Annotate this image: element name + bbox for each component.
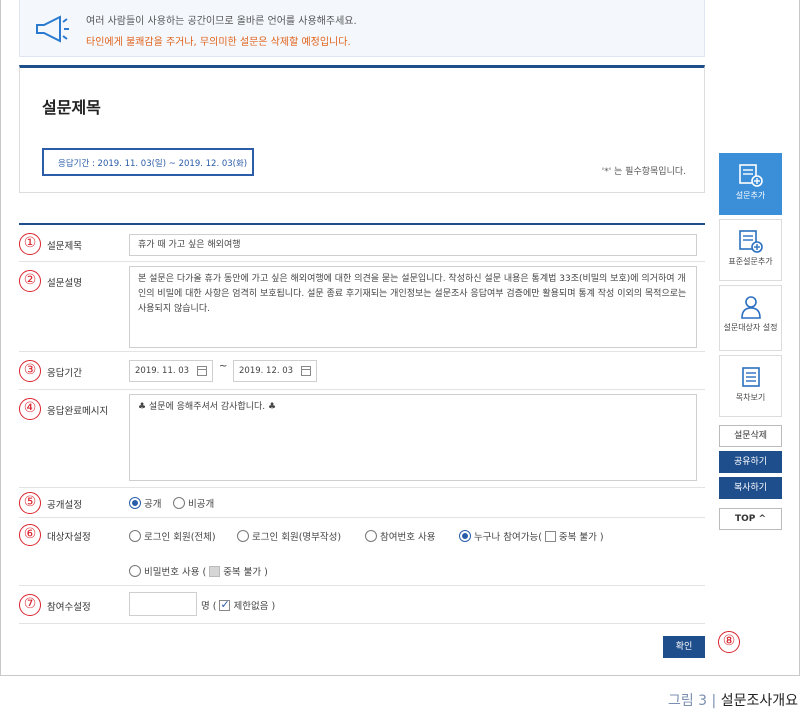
radio-label: 참여번호 사용 [380,532,436,543]
unlimited-option[interactable]: 명 ( 제한없음 ) [201,598,276,613]
calendar-icon[interactable] [301,366,311,376]
figure-title: 설문조사개요 [720,693,798,709]
step-number: ⑤ [19,492,41,514]
radio-label: 누구나 참여가능( [474,532,542,543]
form-row-period: ③ 응답기간 2019. 11. 03 ~ 2019. 12. 03 [19,352,705,390]
button-label: 목차보기 [735,393,766,402]
megaphone-icon [36,15,69,43]
checkbox-label: 중복 불가 ) [223,567,268,578]
unit-label: 명 ( [201,601,217,612]
button-label: 표준설문추가 [728,257,773,266]
form-row-participants: ⑦ 참여수설정 명 ( 제한없음 ) [19,586,705,624]
radio-indicator [129,530,141,542]
button-label: 설문추가 [735,191,766,200]
no-duplicate-checkbox-disabled [209,565,221,577]
field-label: 응답기간 [47,368,82,379]
notice-line-2: 타인에게 불쾌감을 주거나, 무의미한 설문은 삭제할 예정입니다. [86,37,351,48]
response-period-badge: 응답기간 : 2019. 11. 03(일) ~ 2019. 12. 03(화) [42,148,254,176]
start-date-value: 2019. 11. 03 [135,366,190,376]
visibility-private-radio[interactable]: 비공개 [173,496,214,510]
radio-label: 비공개 [188,499,215,510]
required-note: '*' 는 필수항목입니다. [601,167,686,177]
notice-banner: 여러 사람들이 사용하는 공간이므로 올바른 언어를 사용해주세요. 타인에게 … [19,0,705,57]
step-number: ② [19,270,41,292]
radio-indicator [365,530,377,542]
add-survey-button[interactable]: 설문추가 [719,153,782,215]
survey-target-settings-button[interactable]: 설문대상자 설정 [719,285,782,351]
delete-survey-button[interactable]: 설문삭제 [719,425,782,447]
survey-description-textarea[interactable]: 본 설문은 다가올 휴가 동안에 가고 싶은 해외여행에 대한 의견을 묻는 설… [129,266,697,348]
radio-selected-indicator [459,530,471,542]
user-icon [740,296,761,319]
radio-indicator [129,565,141,577]
participant-limit-input[interactable] [129,592,197,616]
add-standard-survey-button[interactable]: 표준설문추가 [719,219,782,281]
complete-message-textarea[interactable]: ♣ 설문에 응해주셔서 감사합니다. ♣ [129,394,697,481]
survey-title-input[interactable]: 휴가 때 가고 싶은 해외여행 [129,234,697,256]
no-duplicate-checkbox[interactable] [544,530,556,542]
survey-header: 설문제목 응답기간 : 2019. 11. 03(일) ~ 2019. 12. … [19,65,705,193]
radio-indicator [237,530,249,542]
radio-label: 로그인 회원(전체) [144,532,216,543]
radio-label: 비밀번호 사용 ( [144,567,207,578]
survey-editor-frame: 여러 사람들이 사용하는 공간이므로 올바른 언어를 사용해주세요. 타인에게 … [0,0,800,676]
add-document-icon [738,164,763,187]
survey-title: 설문제목 [42,98,101,117]
field-label: 대상자설정 [47,532,91,543]
date-separator: ~ [219,361,228,372]
figure-number: 그림 3 | [667,693,721,709]
radio-selected-indicator [129,497,141,509]
radio-indicator [173,497,185,509]
field-label: 설문제목 [47,241,82,252]
button-label: 설문대상자 설정 [723,323,778,332]
add-document-icon [738,230,763,253]
figure-caption: 그림 3 | 설문조사개요 [668,690,798,710]
step-number: ⑥ [19,524,41,546]
visibility-public-radio[interactable]: 공개 [129,496,161,510]
confirm-button[interactable]: 확인 [663,636,705,658]
form-row-target: ⑥ 대상자설정 로그인 회원(전체) 로그인 회원(명부작성) 참여번호 사용 … [19,518,705,586]
target-login-list-radio[interactable]: 로그인 회원(명부작성) [237,529,341,543]
form-row-complete-message: ④ 응답완료메시지 ♣ 설문에 응해주셔서 감사합니다. ♣ [19,390,705,488]
step-number: ④ [19,398,41,420]
field-label: 공개설정 [47,500,82,511]
target-anyone-radio[interactable]: 누구나 참여가능( 중복 불가 ) [459,529,604,543]
start-date-input[interactable]: 2019. 11. 03 [129,360,213,382]
radio-label: 로그인 회원(명부작성) [252,532,342,543]
step-number: ① [19,233,41,255]
target-password-radio[interactable]: 비밀번호 사용 ( 중복 불가 ) [129,564,268,578]
step-number: ⑧ [718,631,740,653]
copy-button[interactable]: 복사하기 [719,477,782,499]
form-row-description: ② 설문설명 본 설문은 다가올 휴가 동안에 가고 싶은 해외여행에 대한 의… [19,262,705,352]
unlimited-checkbox[interactable] [219,598,231,611]
step-number: ③ [19,360,41,382]
scroll-top-button[interactable]: TOP ^ [719,508,782,530]
form-row-title: ① 설문제목 휴가 때 가고 싶은 해외여행 [19,225,705,262]
field-label: 설문설명 [47,278,82,289]
target-participant-number-radio[interactable]: 참여번호 사용 [365,529,435,543]
field-label: 참여수설정 [47,602,91,613]
field-label: 응답완료메시지 [47,406,109,417]
radio-label: 공개 [144,499,162,510]
calendar-icon[interactable] [197,366,207,376]
table-of-contents-button[interactable]: 목차보기 [719,355,782,417]
list-icon [741,367,760,387]
checkbox-label: 중복 불가 ) [558,532,604,543]
share-button[interactable]: 공유하기 [719,451,782,473]
survey-form: ① 설문제목 휴가 때 가고 싶은 해외여행 ② 설문설명 본 설문은 다가올 … [19,223,705,624]
end-date-input[interactable]: 2019. 12. 03 [233,360,317,382]
step-number: ⑦ [19,594,41,616]
form-row-visibility: ⑤ 공개설정 공개 비공개 [19,488,705,518]
checkbox-label: 제한없음 ) [233,601,276,612]
end-date-value: 2019. 12. 03 [239,366,294,376]
target-login-all-radio[interactable]: 로그인 회원(전체) [129,529,216,543]
notice-line-1: 여러 사람들이 사용하는 공간이므로 올바른 언어를 사용해주세요. [86,16,357,27]
